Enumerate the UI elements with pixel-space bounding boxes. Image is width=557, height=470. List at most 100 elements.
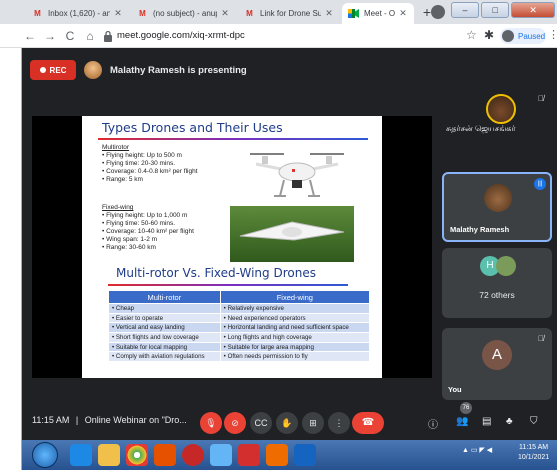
mic-off-button[interactable]: 🎙 bbox=[200, 412, 222, 434]
activities-icon[interactable]: ♣ bbox=[506, 416, 513, 427]
pdf-reader-icon[interactable] bbox=[238, 444, 260, 466]
media-player-icon[interactable] bbox=[154, 444, 176, 466]
tab-no-subject[interactable]: M (no subject) - anupriyan... ✕ bbox=[131, 3, 236, 24]
maximize-button[interactable]: □ bbox=[481, 2, 510, 18]
record-dot-icon bbox=[39, 67, 46, 73]
clock-time: 11:15 AM bbox=[519, 444, 549, 451]
speaking-indicator-icon: ||| bbox=[534, 178, 546, 190]
camera-off-button[interactable]: ⊘ bbox=[224, 412, 246, 434]
mic-off-icon: 🎙̸ bbox=[538, 334, 544, 343]
spec-item: Wing span: 1-2 m bbox=[102, 236, 194, 244]
extensions-icon[interactable]: ✱ bbox=[484, 28, 494, 42]
table-row: Short flights and low coverage Long flig… bbox=[108, 332, 371, 343]
reload-icon[interactable]: C bbox=[62, 28, 78, 44]
close-icon[interactable]: ✕ bbox=[113, 8, 123, 19]
tab-label: Meet - Online Webi... bbox=[364, 9, 395, 18]
clock-date: 10/1/2021 bbox=[518, 454, 550, 461]
windows-taskbar: ▲ ▭ ◤ ◀ 11:15 AM 10/1/2021 bbox=[22, 440, 557, 470]
table-cell: Often needs permission to fly bbox=[219, 351, 371, 363]
close-icon[interactable]: ✕ bbox=[220, 8, 230, 19]
chrome-icon[interactable] bbox=[126, 444, 148, 466]
multirotor-heading: Multirotor bbox=[102, 144, 130, 151]
bookmark-star-icon[interactable]: ☆ bbox=[466, 28, 477, 42]
word-icon[interactable] bbox=[294, 444, 316, 466]
tab-inbox[interactable]: M Inbox (1,620) - anupriya... ✕ bbox=[26, 3, 129, 24]
window-controls: – □ ✕ bbox=[451, 2, 555, 20]
info-icon[interactable]: ⓘ bbox=[428, 416, 438, 431]
table-cell: Relatively expensive bbox=[219, 303, 371, 314]
others-count: 72 others bbox=[479, 290, 515, 300]
profile-button[interactable]: Paused bbox=[500, 28, 546, 44]
host-controls-icon[interactable]: ⛉ bbox=[530, 416, 538, 427]
close-icon[interactable]: ✕ bbox=[324, 8, 334, 19]
slide-title: Types Drones and Their Uses bbox=[102, 120, 283, 135]
meet-icon bbox=[348, 8, 359, 19]
participant-tile[interactable]: ||| Malathy Ramesh bbox=[442, 172, 552, 242]
table-cell: Suitable for large area mapping bbox=[219, 341, 371, 353]
participant-photo bbox=[496, 256, 516, 276]
comparison-table: Multi-rotor Fixed-wing Cheap Relatively … bbox=[108, 290, 371, 363]
participant-tile[interactable]: 🎙̸ சுதர்சன் ஜெயசங்கர் bbox=[442, 88, 552, 158]
table-cell: Vertical and easy landing bbox=[108, 322, 221, 334]
tab-bar: M Inbox (1,620) - anupriya... ✕ M (no su… bbox=[0, 0, 557, 24]
participant-photo bbox=[486, 94, 516, 124]
spec-item: Flying time: 20-30 mins. bbox=[102, 160, 198, 168]
gmail-icon: M bbox=[246, 9, 253, 18]
participant-photo bbox=[484, 184, 512, 212]
table-row: Suitable for local mapping Suitable for … bbox=[108, 341, 371, 353]
chat-icon[interactable]: ▤ bbox=[482, 416, 491, 427]
comparison-title: Multi-rotor Vs. Fixed-Wing Drones bbox=[116, 266, 316, 280]
forward-arrow-icon[interactable]: → bbox=[42, 28, 58, 44]
close-icon[interactable]: ✕ bbox=[398, 8, 408, 19]
people-icon[interactable]: 👥 bbox=[456, 416, 468, 427]
present-button[interactable]: ⊞ bbox=[302, 412, 324, 434]
leave-call-button[interactable]: ☎ bbox=[352, 412, 384, 434]
profile-status: Paused bbox=[518, 31, 546, 41]
vlc-icon[interactable] bbox=[266, 444, 288, 466]
close-window-button[interactable]: ✕ bbox=[511, 2, 555, 18]
browser-window: M Inbox (1,620) - anupriya... ✕ M (no su… bbox=[0, 0, 557, 470]
tab-drone-link[interactable]: M Link for Drone Surveying... ✕ bbox=[238, 3, 340, 24]
presenter-avatar bbox=[84, 61, 102, 79]
taskbar-clock[interactable]: 11:15 AM 10/1/2021 bbox=[518, 443, 549, 463]
recording-badge: REC bbox=[30, 60, 76, 80]
table-cell: Need experienced operators bbox=[219, 312, 371, 324]
table-row: Comply with aviation regulations Often n… bbox=[108, 351, 371, 363]
ie-icon[interactable] bbox=[70, 444, 92, 466]
self-tile[interactable]: 🎙̸ A You bbox=[442, 328, 552, 400]
system-tray-icons[interactable]: ▲ ▭ ◤ ◀ bbox=[462, 446, 492, 454]
file-explorer-icon[interactable] bbox=[98, 444, 120, 466]
table-cell: Suitable for local mapping bbox=[108, 341, 221, 353]
gmail-icon: M bbox=[34, 9, 41, 18]
presenting-banner: Malathy Ramesh is presenting bbox=[110, 65, 247, 76]
table-cell: Cheap bbox=[108, 303, 221, 314]
separator: | bbox=[75, 415, 79, 425]
spec-item: Range: 5 km bbox=[102, 176, 198, 184]
home-icon[interactable]: ⌂ bbox=[82, 28, 98, 44]
address-bar[interactable]: meet.google.com/xiq-xrmt-dpc bbox=[117, 29, 245, 43]
more-options-button[interactable]: ⋮ bbox=[328, 412, 350, 434]
tab-meet[interactable]: Meet - Online Webi... ✕ bbox=[342, 3, 414, 24]
opera-icon[interactable] bbox=[182, 444, 204, 466]
captions-button[interactable]: CC bbox=[250, 412, 272, 434]
meeting-info: 11:15 AM | Online Webinar on "Dro... bbox=[32, 415, 187, 425]
raise-hand-button[interactable]: ✋ bbox=[276, 412, 298, 434]
back-arrow-icon[interactable]: ← bbox=[22, 28, 38, 44]
mic-off-icon: 🎙̸ bbox=[538, 94, 544, 103]
table-row: Cheap Relatively expensive bbox=[108, 303, 371, 314]
minimize-button[interactable]: – bbox=[451, 2, 480, 18]
gmail-icon: M bbox=[139, 9, 146, 18]
lock-icon[interactable] bbox=[103, 30, 113, 42]
paint-icon[interactable] bbox=[210, 444, 232, 466]
account-icon[interactable] bbox=[431, 5, 445, 19]
fixedwing-specs: Fixed-wing Flying height: Up to 1,000 m … bbox=[102, 204, 194, 252]
spec-item: Flying height: Up to 1,000 m bbox=[102, 212, 194, 220]
tab-label: Link for Drone Surveying... bbox=[260, 9, 321, 18]
meeting-title: Online Webinar on "Dro... bbox=[84, 415, 187, 425]
table-cell: Long flights and high coverage bbox=[219, 332, 371, 343]
table-cell: Horizontal landing and need sufficient s… bbox=[219, 322, 371, 334]
desktop-edge bbox=[0, 48, 22, 470]
more-menu-icon[interactable]: ⋮ bbox=[548, 28, 557, 41]
others-tile[interactable]: H 72 others bbox=[442, 248, 552, 318]
start-button[interactable] bbox=[32, 442, 58, 468]
